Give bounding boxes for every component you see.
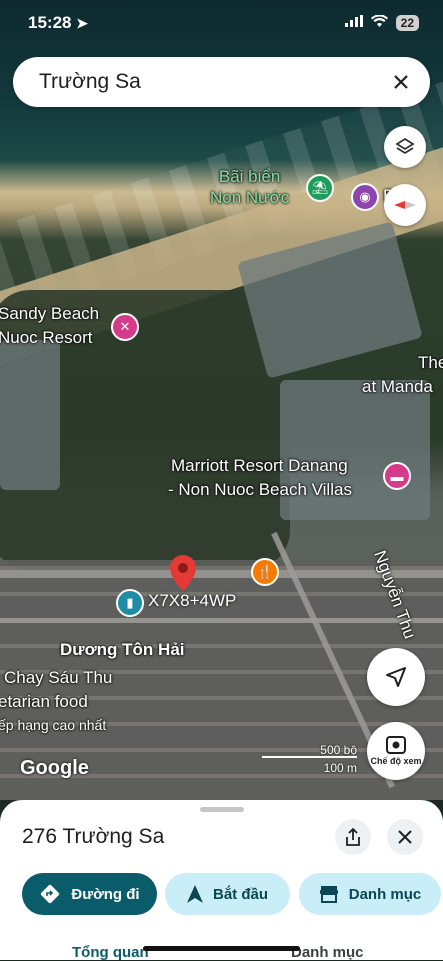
view-mode-button[interactable]: Chế độ xem [367,722,425,780]
status-time: 15:28 ➤ [28,13,88,32]
view-mode-label: Chế độ xem [370,756,422,766]
navigation-icon [186,885,203,903]
bookmark-poi-icon[interactable]: ▮ [116,589,144,617]
close-sheet-button[interactable] [387,819,423,855]
sandy-beach-label-2[interactable]: Nuoc Resort [0,328,92,348]
place-title: 276 Trường Sa [22,825,165,848]
start-button[interactable]: Bắt đầu [165,873,290,915]
catalog-button[interactable]: Danh mục [299,873,441,915]
camera-poi-icon[interactable]: ◉ [351,183,379,211]
restaurant-poi-icon[interactable]: 🍴 [251,558,279,586]
beach-label[interactable]: Bãi biển Non Nước [210,166,289,208]
restaurant-label[interactable]: Chay Sáu Thu [4,668,112,688]
battery-indicator: 22 [395,15,419,31]
layers-button[interactable] [384,126,426,168]
marriott-label[interactable]: Marriott Resort Danang [171,456,348,476]
compass-icon [394,201,416,209]
hotel-poi-icon[interactable]: ▬ [383,462,411,490]
share-icon [346,828,360,846]
search-bar[interactable]: Trường Sa [13,57,430,107]
directions-icon [41,884,60,904]
wifi-icon [370,14,388,32]
layers-icon [395,137,415,155]
marriott-label-2[interactable]: - Non Nuoc Beach Villas [168,480,352,500]
tab-catalog[interactable]: Danh mục [291,944,364,961]
share-button[interactable] [335,819,371,855]
location-arrow-icon: ➤ [76,15,88,31]
status-bar: 15:28 ➤ 22 [0,0,443,48]
restaurant-label-2[interactable]: etarian food [0,692,88,712]
google-logo: Google [20,757,89,779]
road [0,618,443,623]
close-icon [398,830,412,844]
start-label: Bắt đầu [212,885,268,903]
signal-icon [344,14,363,32]
map-scale: 500 bộ 100 m [262,743,357,775]
the-label: The [418,353,443,372]
catalog-label: Danh mục [348,885,422,903]
tab-overview[interactable]: Tổng quan [72,944,149,961]
search-input[interactable]: Trường Sa [39,70,141,94]
plus-code-label: X7X8+4WP [148,591,237,610]
street-label-ton-hai: Dương Tôn Hải [60,640,185,659]
navigation-arrow-icon [386,667,406,687]
sheet-drag-handle[interactable] [200,807,244,812]
restaurant-rank-label: ếp hạng cao nhất [0,717,107,733]
location-pin-icon[interactable] [170,555,196,596]
compass-button[interactable] [384,184,426,226]
directions-label: Đường đi [71,885,140,903]
scale-meters: 100 m [323,761,357,775]
mandala-label[interactable]: at Manda [362,377,433,397]
my-location-button[interactable] [367,648,425,706]
home-indicator [143,946,300,951]
resort-block [0,340,60,490]
storefront-icon [319,886,338,903]
sandy-beach-label[interactable]: Sandy Beach [0,304,99,324]
resort-poi-icon[interactable]: ✕ [111,313,139,341]
scale-feet: 500 bộ [320,743,357,757]
close-icon[interactable] [386,67,416,97]
camera-view-icon [386,736,406,754]
directions-button[interactable]: Đường đi [22,873,157,915]
beach-poi-icon[interactable]: ⛱ [306,174,334,202]
